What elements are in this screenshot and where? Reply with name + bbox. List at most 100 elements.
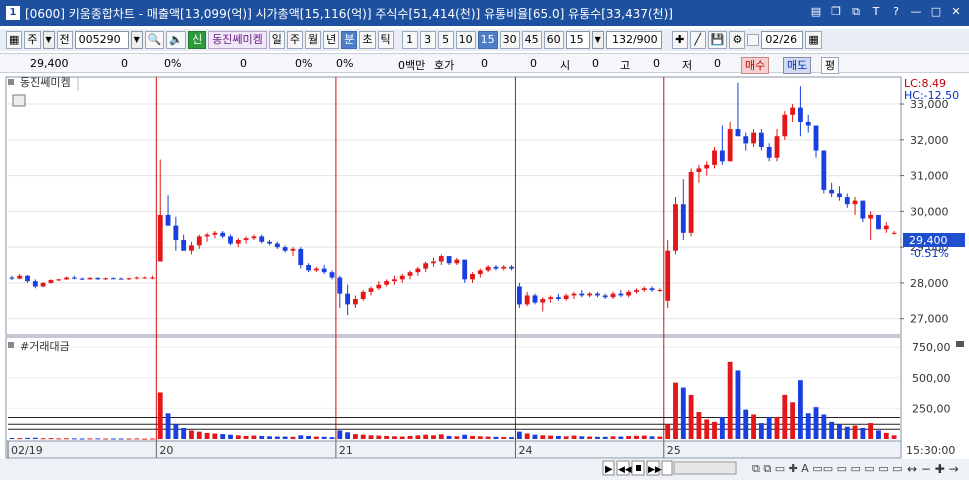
- draw-icon[interactable]: ╱: [689, 31, 706, 49]
- candle-body: [87, 277, 93, 280]
- candle-body: [71, 277, 77, 279]
- sell-button[interactable]: 매도: [783, 57, 812, 74]
- interval-15[interactable]: 15: [477, 31, 498, 49]
- save-icon[interactable]: 💾: [707, 31, 728, 49]
- link-icon[interactable]: ⧉: [849, 5, 863, 19]
- volume-bar: [704, 419, 710, 439]
- interval-45[interactable]: 45: [521, 31, 542, 49]
- table-icon[interactable]: [12, 94, 26, 107]
- stock-code-input[interactable]: 005290: [74, 31, 129, 49]
- candle-body: [485, 266, 491, 271]
- restore-icon[interactable]: ❐: [829, 5, 843, 19]
- chart-settings-icon[interactable]: ▤: [809, 5, 823, 19]
- quote-volume: 0: [240, 57, 247, 70]
- chart-svg[interactable]: 27,00028,00029,00030,00031,00032,00033,0…: [0, 75, 969, 480]
- text-icon[interactable]: T: [869, 5, 883, 19]
- code-dropdown-icon[interactable]: ▼: [130, 31, 143, 49]
- date-input[interactable]: 02/26: [761, 31, 804, 49]
- volume-bar: [150, 438, 155, 440]
- minimize-icon[interactable]: —: [909, 5, 923, 19]
- volume-axis: 250,00 500,00 750,00: [912, 341, 951, 415]
- avg-button[interactable]: 평: [821, 57, 840, 74]
- candle-body: [352, 299, 358, 305]
- quote-bar: 29,400 0 0% 0 0% 0% 0백만 호가 0 0 시 0 고 0 저…: [0, 53, 969, 74]
- candle-body: [399, 275, 405, 280]
- volume-bar: [563, 436, 569, 439]
- date-checkbox[interactable]: [747, 34, 760, 46]
- interval-10[interactable]: 10: [455, 31, 476, 49]
- candle-body: [407, 272, 413, 276]
- candle-body: [165, 214, 171, 226]
- time-label: 15:30:00: [906, 444, 955, 457]
- volume-bar: [618, 436, 624, 439]
- prev-button[interactable]: 전: [56, 31, 73, 49]
- chevron-down-icon[interactable]: ▼: [42, 31, 55, 49]
- volume-bar: [493, 436, 499, 439]
- candle-body: [821, 150, 827, 190]
- volume-bar: [126, 438, 132, 440]
- zoom-controls[interactable]: ↔ − ✚ →: [907, 462, 959, 476]
- chart-area[interactable]: 27,000 28,000 29,000 30,000 31,000 32,000 33,0…: [0, 75, 969, 480]
- candle-body: [32, 281, 38, 287]
- buy-button[interactable]: 매수: [741, 57, 770, 74]
- period-tick[interactable]: 틱: [377, 31, 394, 49]
- volume-bar: [40, 438, 46, 440]
- interval-3[interactable]: 3: [419, 31, 436, 49]
- volume-bar: [17, 438, 23, 440]
- interval-dropdown-icon[interactable]: ▼: [591, 31, 604, 49]
- candle-body: [829, 189, 835, 194]
- volume-bar: [735, 370, 741, 439]
- period-week[interactable]: 주: [286, 31, 304, 49]
- scroll-thumb[interactable]: [673, 461, 737, 475]
- volume-bar: [532, 434, 538, 439]
- close-icon[interactable]: ✕: [949, 5, 963, 19]
- volume-bar: [282, 436, 288, 439]
- interval-30[interactable]: 30: [499, 31, 520, 49]
- bar-count-input[interactable]: 132/900: [605, 31, 662, 49]
- volume-bar: [32, 437, 38, 439]
- speaker-icon[interactable]: 🔈: [166, 31, 187, 49]
- gear-icon[interactable]: ⚙: [729, 31, 746, 49]
- volume-bar: [797, 380, 803, 439]
- bottom-tools-icons[interactable]: ⧉ ⧉ ▭ ✚ A ▭▭ ▭ ▭ ▭ ▭ ▭: [752, 462, 903, 475]
- candle-body: [876, 214, 881, 230]
- search-icon[interactable]: 🔍: [144, 31, 165, 49]
- volume-bar: [431, 435, 436, 439]
- candle-body: [25, 275, 30, 282]
- volume-bar: [649, 436, 655, 439]
- volume-bar: [196, 431, 202, 439]
- volume-bar: [727, 361, 733, 439]
- interval-5[interactable]: 5: [437, 31, 454, 49]
- current-price-text: 29,400: [909, 234, 948, 247]
- period-minute[interactable]: 분: [341, 31, 358, 49]
- play-icon[interactable]: [661, 460, 673, 476]
- indicator-icon[interactable]: ✚: [671, 31, 688, 49]
- grid-icon[interactable]: ▦: [6, 31, 23, 49]
- period-second[interactable]: 초: [359, 31, 376, 49]
- volume-bar: [352, 434, 358, 439]
- period-day[interactable]: 일: [268, 31, 285, 49]
- volume-bar: [774, 416, 780, 439]
- volume-bar: [290, 436, 296, 439]
- period-month[interactable]: 월: [305, 31, 322, 49]
- candle-body: [134, 277, 140, 279]
- volume-bar: [579, 436, 585, 439]
- quote-change-rate: 0%: [164, 57, 182, 70]
- candle-body: [540, 299, 546, 303]
- calendar-icon[interactable]: ▦: [805, 31, 822, 49]
- pane-collapse-icon[interactable]: [956, 341, 964, 347]
- price-pane-label: 동진쎄미켐: [20, 76, 71, 89]
- candle-body: [40, 282, 46, 287]
- candle-body: [516, 286, 522, 305]
- interval-input[interactable]: 15: [565, 31, 590, 49]
- volume-tick-label: 250,00: [912, 402, 951, 415]
- interval-1[interactable]: 1: [401, 31, 418, 49]
- help-icon[interactable]: ?: [889, 5, 903, 19]
- interval-60[interactable]: 60: [543, 31, 564, 49]
- maximize-icon[interactable]: □: [929, 5, 943, 19]
- market-select[interactable]: 주: [24, 31, 41, 49]
- volume-bar: [634, 435, 639, 439]
- period-year[interactable]: 년: [323, 31, 340, 49]
- candle-body: [883, 225, 889, 230]
- volume-bar: [868, 423, 874, 439]
